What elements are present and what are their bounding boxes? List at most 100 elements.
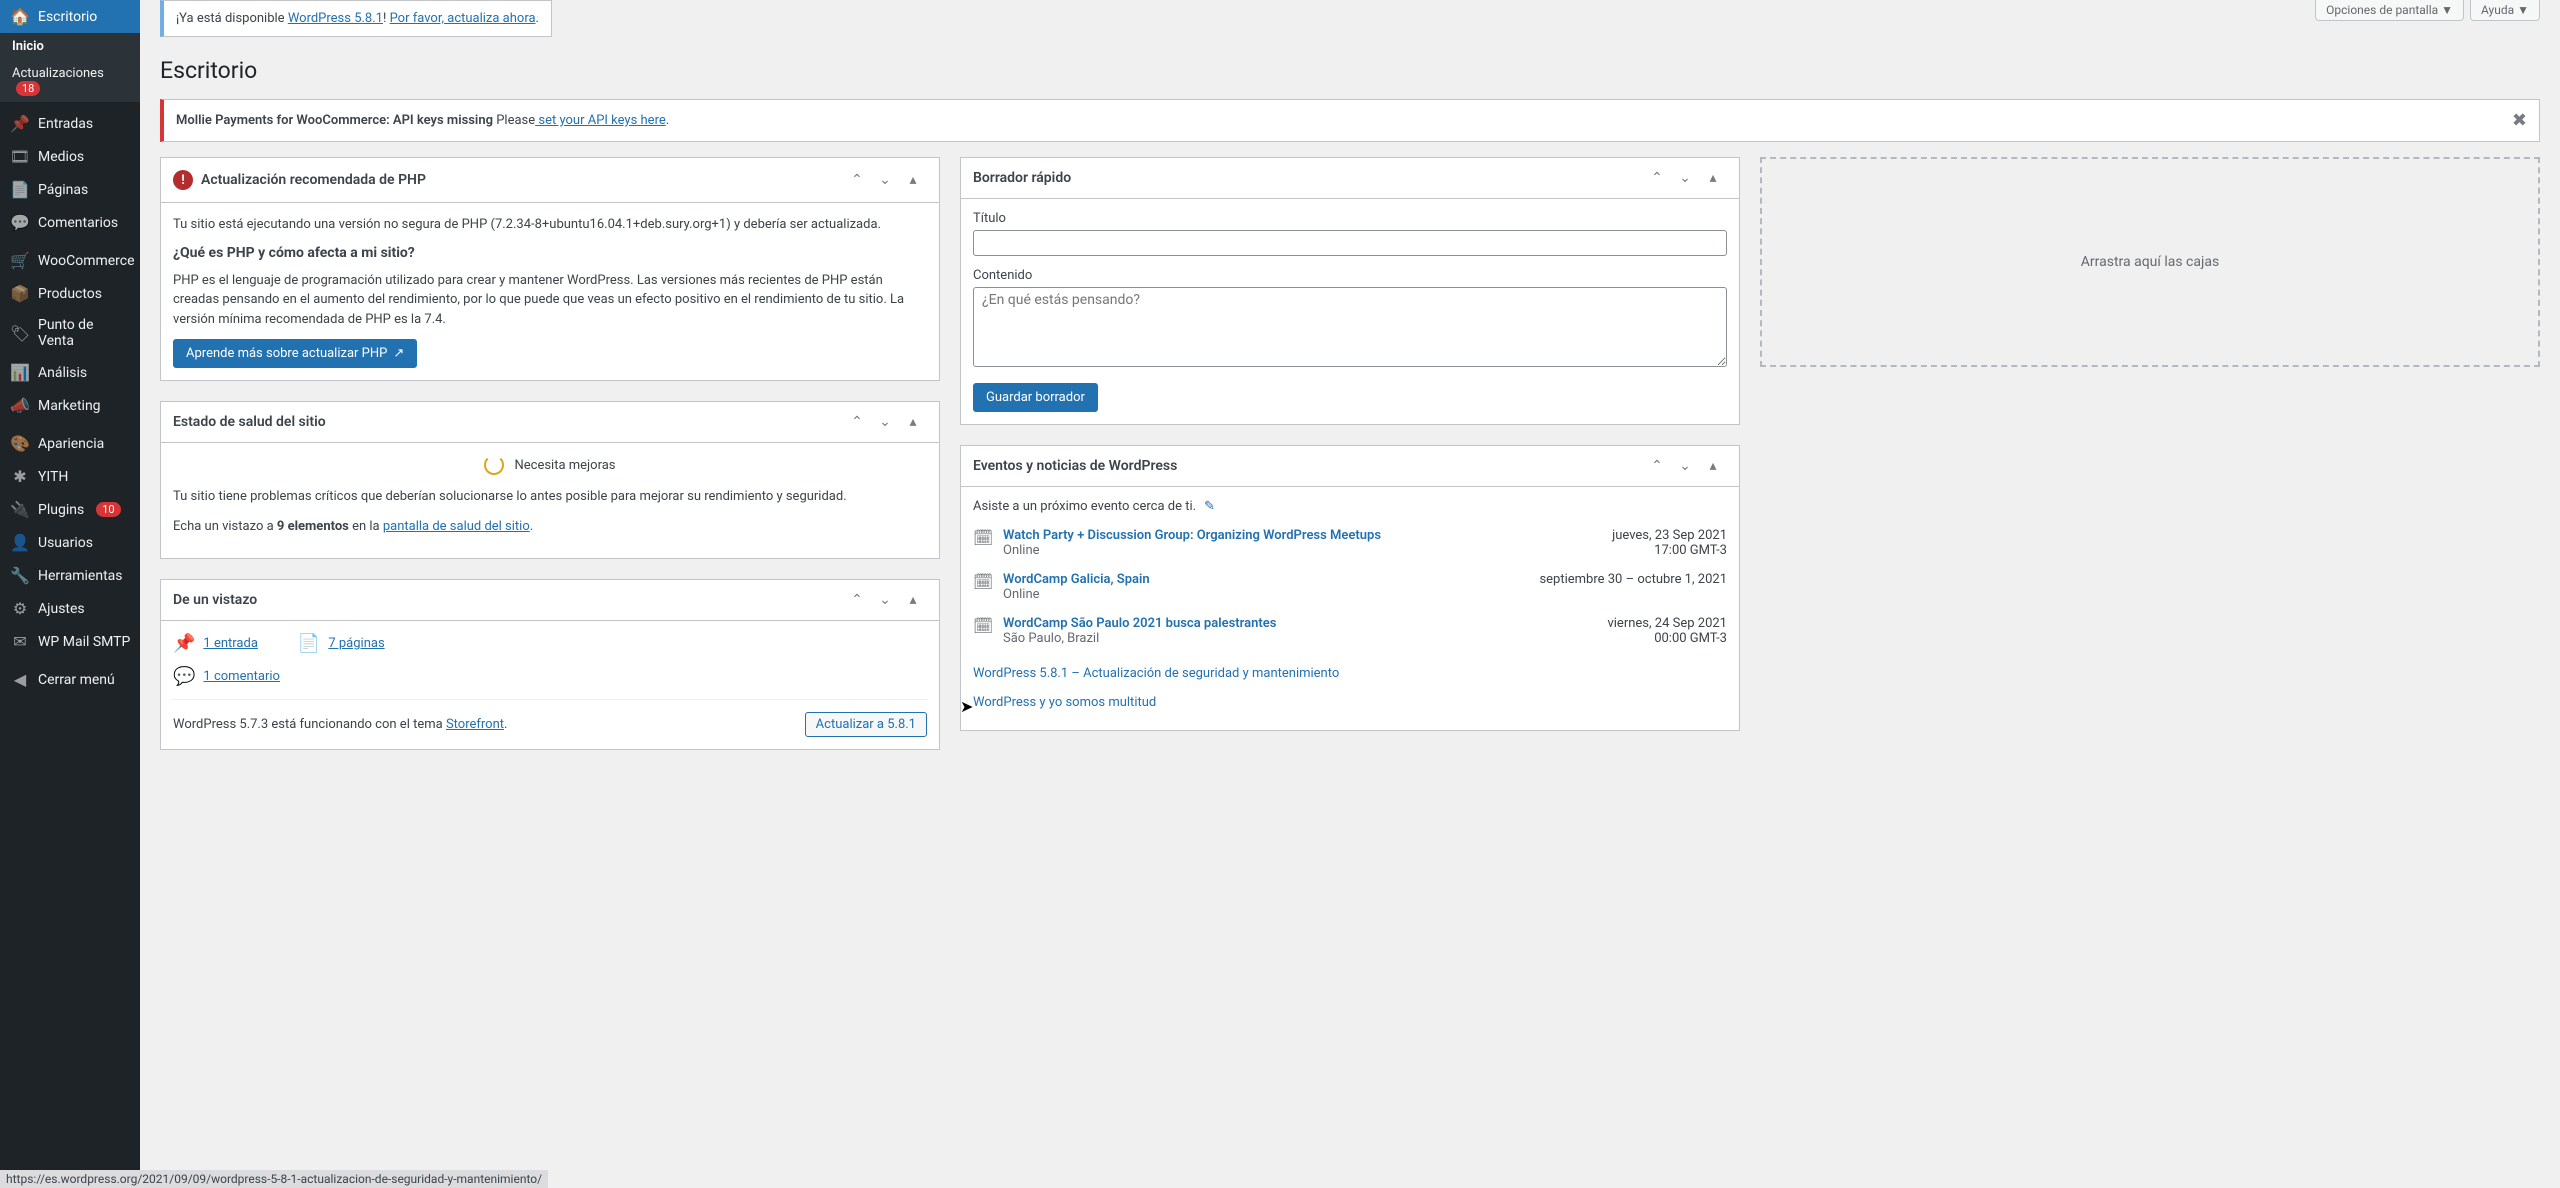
glance-pages-link[interactable]: 7 páginas [328,636,384,651]
plug-icon: 🔌 [10,500,30,519]
draft-content-textarea[interactable] [973,287,1727,367]
wp-version-link[interactable]: WordPress 5.8.1 [288,11,383,26]
event-item: 🗓 Watch Party + Discussion Group: Organi… [973,528,1727,558]
dismiss-notice-button[interactable]: ✖ [2512,110,2527,131]
sidebar-item-paginas[interactable]: 📄Páginas [0,173,140,206]
move-up-button[interactable]: ⌃ [843,166,871,194]
news-link[interactable]: WordPress y yo somos multitud [973,689,1727,710]
move-down-button[interactable]: ⌄ [1671,164,1699,192]
pin-icon: 📌 [173,633,195,654]
dashboard-icon: 🏠 [10,7,30,26]
glance-entries-link[interactable]: 1 entrada [203,636,257,651]
media-icon: 🎞 [10,147,30,166]
event-link[interactable]: Watch Party + Discussion Group: Organizi… [1003,528,1602,543]
tag-icon: 🏷 [10,324,30,343]
mollie-strong: Mollie Payments for WooCommerce: API key… [176,113,493,128]
sidebar-item-marketing[interactable]: 📣Marketing [0,389,140,422]
move-down-button[interactable]: ⌄ [871,166,899,194]
sidebar-item-comentarios[interactable]: 💬Comentarios [0,206,140,239]
widget-dropzone[interactable]: Arrastra aquí las cajas [1760,157,2540,367]
update-now-link[interactable]: Por favor, actualiza ahora [390,11,536,26]
move-up-button[interactable]: ⌃ [843,586,871,614]
health-screen-link[interactable]: pantalla de salud del sitio [383,519,530,534]
user-icon: 👤 [10,533,30,552]
pin-icon: 📌 [10,114,30,133]
event-link[interactable]: WordCamp São Paulo 2021 busca palestrant… [1003,616,1597,631]
update-notice: ¡Ya está disponible WordPress 5.8.1! Por… [160,0,552,37]
updates-badge: 18 [16,81,40,96]
sidebar-item-pos[interactable]: 🏷Punto de Venta [0,310,140,356]
sidebar-item-woocommerce[interactable]: 🛒WooCommerce [0,244,140,277]
sidebar-item-yith[interactable]: ✱YITH [0,460,140,493]
move-up-button[interactable]: ⌃ [1643,452,1671,480]
sidebar-item-usuarios[interactable]: 👤Usuarios [0,526,140,559]
comment-icon: 💬 [173,666,195,687]
php-update-box: !Actualización recomendada de PHP ⌃ ⌄ ▴ … [160,157,940,381]
move-down-button[interactable]: ⌄ [871,586,899,614]
calendar-icon: 🗓 [973,616,993,646]
dashboard-col-1: !Actualización recomendada de PHP ⌃ ⌄ ▴ … [160,157,940,750]
content-area: Opciones de pantalla ▼ Ayuda ▼ ¡Ya está … [140,0,2560,1188]
wrench-icon: 🔧 [10,566,30,585]
title-label: Título [973,211,1727,226]
sidebar-item-analisis[interactable]: 📊Análisis [0,356,140,389]
news-link[interactable]: WordPress 5.8.1 – Actualización de segur… [973,660,1727,681]
admin-sidebar: 🏠 Escritorio Inicio Actualizaciones 18 📌… [0,0,140,1188]
dashboard-col-3: Arrastra aquí las cajas [1760,157,2540,750]
gear-icon: ⚙ [10,599,30,618]
calendar-icon: 🗓 [973,528,993,558]
comment-icon: 💬 [10,213,30,232]
sidebar-item-productos[interactable]: 📦Productos [0,277,140,310]
plugins-badge: 10 [96,502,120,517]
move-down-button[interactable]: ⌄ [871,408,899,436]
page-title: Escritorio [160,57,2540,84]
sidebar-item-label: Escritorio [38,9,97,25]
collapse-icon: ◀ [10,670,30,689]
sub-item-inicio[interactable]: Inicio [0,33,140,60]
theme-link[interactable]: Storefront [446,717,504,732]
toggle-button[interactable]: ▴ [899,166,927,194]
quick-draft-box: Borrador rápido ⌃ ⌄ ▴ Título Contenido G… [960,157,1740,425]
screen-options-button[interactable]: Opciones de pantalla ▼ [2315,0,2464,21]
save-draft-button[interactable]: Guardar borrador [973,383,1098,412]
warning-icon: ! [173,170,193,190]
product-icon: 📦 [10,284,30,303]
content-label: Contenido [973,268,1727,283]
events-news-box: Eventos y noticias de WordPress ⌃ ⌄ ▴ As… [960,445,1740,731]
toggle-button[interactable]: ▴ [899,408,927,436]
help-button[interactable]: Ayuda ▼ [2470,0,2540,21]
page-icon: 📄 [10,180,30,199]
draft-title-input[interactable] [973,230,1727,256]
move-up-button[interactable]: ⌃ [1643,164,1671,192]
sidebar-item-medios[interactable]: 🎞Medios [0,140,140,173]
calendar-icon: 🗓 [973,572,993,602]
sidebar-item-ajustes[interactable]: ⚙Ajustes [0,592,140,625]
toggle-button[interactable]: ▴ [899,586,927,614]
sidebar-item-wpmail[interactable]: ✉WP Mail SMTP [0,625,140,658]
toggle-button[interactable]: ▴ [1699,452,1727,480]
top-actions: Opciones de pantalla ▼ Ayuda ▼ [2315,0,2540,21]
glance-comments-link[interactable]: 1 comentario [203,669,280,684]
sidebar-item-entradas[interactable]: 📌Entradas [0,107,140,140]
sidebar-item-escritorio[interactable]: 🏠 Escritorio [0,0,140,33]
page-icon: 📄 [298,633,320,654]
sidebar-submenu: Inicio Actualizaciones 18 [0,33,140,102]
sidebar-item-collapse[interactable]: ◀Cerrar menú [0,663,140,696]
sidebar-item-apariencia[interactable]: 🎨Apariencia [0,427,140,460]
chart-icon: 📊 [10,363,30,382]
health-ring-icon [484,455,504,475]
update-core-button[interactable]: Actualizar a 5.8.1 [805,712,927,737]
toggle-button[interactable]: ▴ [1699,164,1727,192]
external-icon: ↗ [393,346,404,361]
sidebar-item-plugins[interactable]: 🔌Plugins10 [0,493,140,526]
dashboard-col-2: Borrador rápido ⌃ ⌄ ▴ Título Contenido G… [960,157,1740,750]
learn-php-button[interactable]: Aprende más sobre actualizar PHP ↗ [173,339,417,368]
sub-item-actualizaciones[interactable]: Actualizaciones 18 [0,60,140,102]
sidebar-item-herramientas[interactable]: 🔧Herramientas [0,559,140,592]
browser-statusbar: https://es.wordpress.org/2021/09/09/word… [0,1170,548,1188]
mollie-api-link[interactable]: set your API keys here [535,113,666,128]
event-link[interactable]: WordCamp Galicia, Spain [1003,572,1529,587]
edit-location-icon[interactable]: ✎ [1204,499,1215,514]
move-down-button[interactable]: ⌄ [1671,452,1699,480]
move-up-button[interactable]: ⌃ [843,408,871,436]
